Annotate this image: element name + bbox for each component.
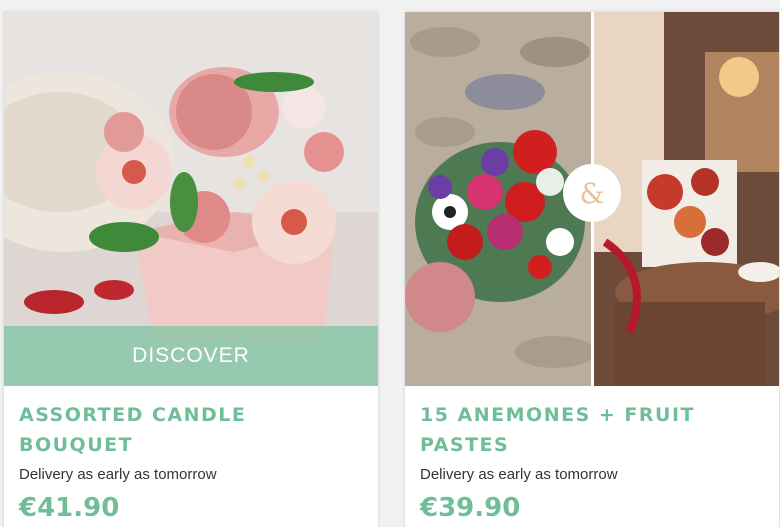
delivery-info: Delivery as early as tomorrow bbox=[420, 466, 618, 483]
product-title[interactable]: ASSORTED CANDLE BOUQUET bbox=[19, 400, 363, 460]
product-card-candle-bouquet[interactable]: DISCOVER ASSORTED CANDLE BOUQUET Deliver… bbox=[4, 12, 378, 527]
product-price: €41.90 bbox=[19, 493, 120, 523]
discover-overlay[interactable]: DISCOVER bbox=[4, 326, 378, 386]
delivery-info: Delivery as early as tomorrow bbox=[19, 466, 217, 483]
product-image-anemones[interactable]: & bbox=[405, 12, 779, 386]
product-grid: DISCOVER ASSORTED CANDLE BOUQUET Deliver… bbox=[0, 0, 780, 527]
product-title[interactable]: 15 ANEMONES + FRUIT PASTES bbox=[420, 400, 764, 460]
discover-label: DISCOVER bbox=[132, 344, 250, 367]
product-card-anemones[interactable]: & 15 ANEMONES + FRUIT PASTES Delivery as… bbox=[405, 12, 779, 527]
combo-ampersand-badge: & bbox=[563, 164, 621, 222]
product-price: €39.90 bbox=[420, 493, 521, 523]
product-image-candle-bouquet[interactable]: DISCOVER bbox=[4, 12, 378, 386]
